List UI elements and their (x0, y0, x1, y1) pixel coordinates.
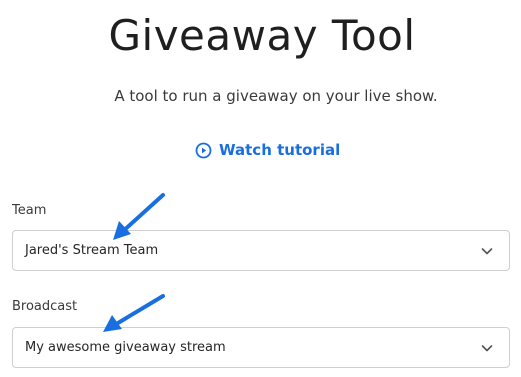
broadcast-label: Broadcast (12, 299, 78, 314)
annotation-arrow-icon (113, 193, 165, 240)
broadcast-select[interactable]: My awesome giveaway stream (12, 327, 510, 368)
chevron-down-icon (480, 244, 494, 258)
page-subtitle: A tool to run a giveaway on your live sh… (114, 87, 438, 105)
watch-tutorial-label: Watch tutorial (219, 141, 341, 159)
team-label: Team (12, 203, 47, 218)
chevron-down-icon (480, 341, 494, 355)
watch-tutorial-link[interactable]: Watch tutorial (195, 139, 340, 161)
broadcast-select-value: My awesome giveaway stream (25, 340, 226, 355)
play-circle-icon (195, 142, 212, 159)
team-select-value: Jared's Stream Team (25, 243, 159, 258)
annotation-arrow-icon (103, 294, 165, 332)
team-select[interactable]: Jared's Stream Team (12, 230, 510, 271)
page-title: Giveaway Tool (108, 11, 416, 60)
